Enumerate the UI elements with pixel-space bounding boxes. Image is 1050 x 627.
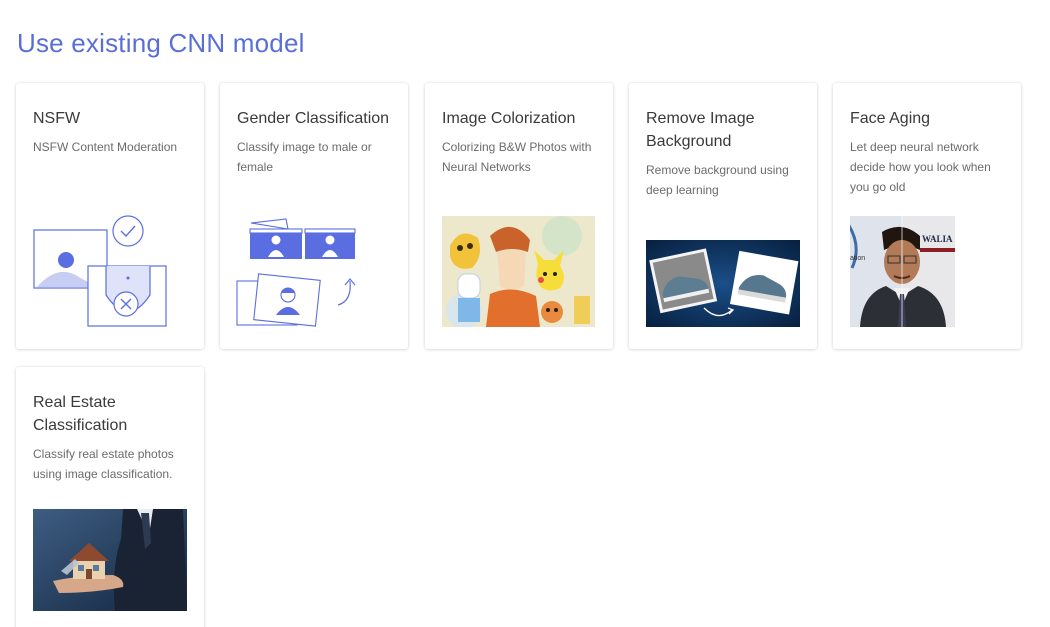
card-description: Classify real estate photos using image …: [33, 447, 174, 481]
card-title: Face Aging: [850, 110, 931, 127]
content-moderation-illustration: [33, 215, 187, 329]
card-face-aging[interactable]: Face Aging Let deep neural network decid…: [833, 83, 1021, 349]
card-gender-classification[interactable]: Gender Classification Classify image to …: [220, 83, 408, 349]
sneaker-background-removal-photo: [646, 240, 800, 327]
card-remove-image-background[interactable]: Remove Image Background Remove backgroun…: [629, 83, 817, 349]
page-title: Use existing CNN model: [17, 28, 305, 58]
card-description: Let deep neural network decide how you l…: [850, 140, 991, 194]
colorized-cartoon-photo: [442, 216, 595, 327]
photo-backdrop-text: ation: [850, 255, 865, 262]
card-title: Remove Image Background: [646, 110, 755, 150]
page: Use existing CNN model NSFW NSFW Content…: [0, 0, 1050, 627]
card-description: NSFW Content Moderation: [33, 140, 178, 154]
card-description: Remove background using deep learning: [646, 163, 789, 197]
face-aging-photo: ation WALIA: [850, 216, 955, 327]
card-nsfw[interactable]: NSFW NSFW Content Moderation: [16, 83, 204, 349]
card-real-estate-classification[interactable]: Real Estate Classification Classify real…: [16, 367, 204, 627]
house-in-hand-photo: [33, 509, 187, 611]
card-title: Image Colorization: [442, 110, 576, 127]
card-title: Real Estate Classification: [33, 394, 128, 434]
card-description: Classify image to male or female: [237, 140, 372, 174]
card-image-colorization[interactable]: Image Colorization Colorizing B&W Photos…: [425, 83, 613, 349]
card-title: NSFW: [33, 110, 81, 127]
gender-classification-illustration: [236, 215, 360, 329]
photo-banner-text: WALIA: [922, 234, 953, 244]
card-description: Colorizing B&W Photos with Neural Networ…: [442, 140, 592, 174]
card-title: Gender Classification: [237, 110, 390, 127]
